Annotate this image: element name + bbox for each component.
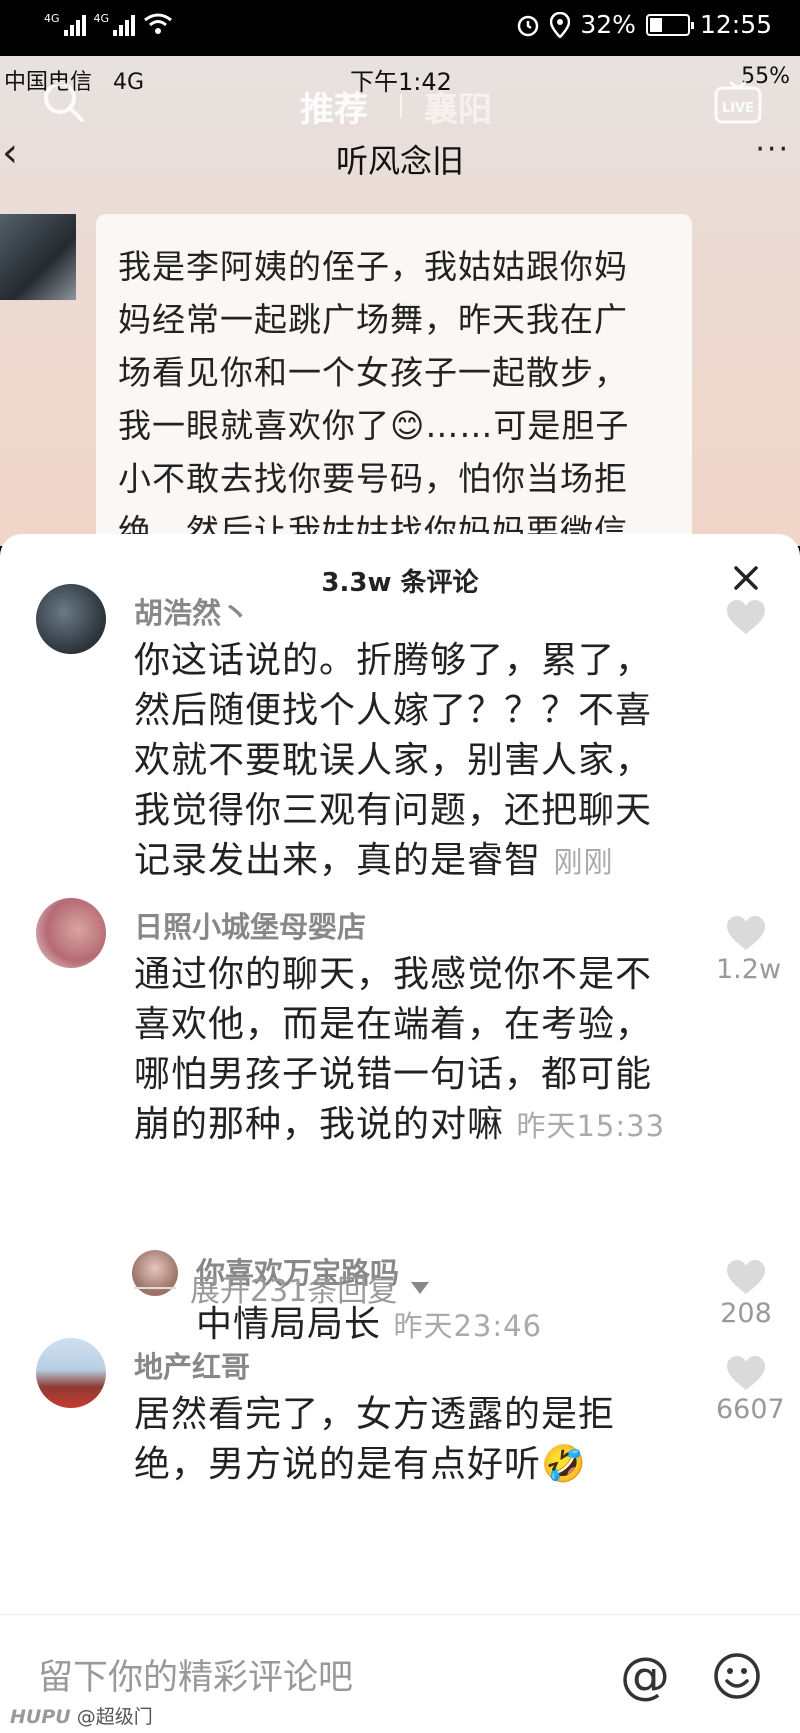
battery-icon [645,13,694,36]
svg-text:LIVE: LIVE [722,101,754,116]
chat-bubble: 我是李阿姨的侄子，我姑姑跟你妈 妈经常一起跳广场舞，昨天我在广 场看见你和一个女… [96,214,692,546]
mention-icon[interactable]: @ [620,1647,670,1705]
avatar[interactable] [36,898,106,968]
wifi-icon [144,13,172,34]
live-icon[interactable]: LIVE [712,78,764,130]
comment-username[interactable]: 地产红哥 [134,1344,250,1386]
top-nav: 推荐 襄阳 LIVE [0,74,800,134]
battery-percent: 32% [580,10,636,39]
comment-text[interactable]: 居然看完了，女方透露的是拒 绝，男方说的是有点好听🤣 [134,1390,694,1490]
like-button[interactable] [716,598,776,638]
message-line: 场看见你和一个女孩子一起散步， [118,353,628,392]
status-right: 32% 12:55 [516,10,772,39]
message-line: 我一眼就喜欢你了😊……可是胆子 [118,406,630,445]
expand-replies-label: 展开231条回复 [190,1274,398,1309]
alarm-icon [518,15,539,36]
like-count: 1.2w [716,954,782,985]
clock: 12:55 [699,10,772,39]
comment-username[interactable]: 日照小城堡母婴店 [134,904,366,946]
comment-username[interactable]: 胡浩然丶 [134,590,250,632]
emoji-icon[interactable] [712,1651,762,1701]
tab-city[interactable]: 襄阳 [424,82,492,131]
watermark: HUPU @超级门 [10,1706,153,1728]
like-button[interactable]: 208 [716,1258,776,1329]
caret-down-icon [411,1282,430,1294]
like-button[interactable]: 6607 [716,1354,785,1425]
signal-icon-2: 4G [94,12,136,36]
signal-icon: 4G [44,12,86,36]
close-icon[interactable] [726,558,766,598]
sheet-header: 3.3w 条评论 [0,534,800,624]
location-icon [550,11,571,38]
tab-recommend[interactable]: 推荐 [300,82,368,131]
signal-indicators: 4G 4G [44,12,173,36]
reply-time: 昨天23:46 [393,1309,543,1343]
expand-replies-button[interactable]: 展开231条回复 [134,1266,430,1310]
avatar[interactable] [36,584,106,654]
tab-divider [400,94,402,118]
heart-icon [727,1260,765,1294]
comment-text[interactable]: 你这话说的。折腾够了，累了， 然后随便找个人嫁了？？？不喜 欢就不要耽误人家，别… [134,636,694,887]
chat-avatar [0,214,76,300]
video-player[interactable]: 中国电信 4G 下午1:42 55% ‹ 听风念旧 ··· 我是李阿姨的侄子，我… [0,56,800,546]
heart-icon [727,916,765,950]
heart-icon [727,600,765,634]
search-icon[interactable] [40,78,88,126]
message-line: 妈经常一起跳广场舞，昨天我在广 [118,300,628,339]
message-line: 小不敢去找你要号码，怕你当场拒 [118,459,628,498]
avatar[interactable] [36,1338,106,1408]
comment-time: 昨天15:33 [516,1109,666,1143]
like-button[interactable]: 1.2w [716,914,782,985]
comment-time: 刚刚 [553,845,614,879]
message-line: 我是李阿姨的侄子，我姑姑跟你妈 [118,247,628,286]
status-bar: 4G 4G 32% 12:55 [0,0,800,56]
comment-text[interactable]: 通过你的聊天，我感觉你不是不 喜欢他，而是在端着，在考验， 哪怕男孩子说错一句话… [134,950,694,1151]
comment-count-title: 3.3w 条评论 [321,568,479,598]
heart-icon [727,1356,765,1390]
divider-line [134,1287,176,1289]
like-count: 208 [720,1298,772,1329]
comment-input[interactable]: 留下你的精彩评论吧 [38,1649,353,1700]
like-count: 6607 [716,1394,785,1425]
comment-sheet: 3.3w 条评论 胡浩然丶 你这话说的。折腾够了，累了， 然后随便找个人嫁了？？… [0,534,800,1733]
chat-title: 听风念旧 [335,142,464,180]
more-dots-icon: ··· [755,132,790,167]
